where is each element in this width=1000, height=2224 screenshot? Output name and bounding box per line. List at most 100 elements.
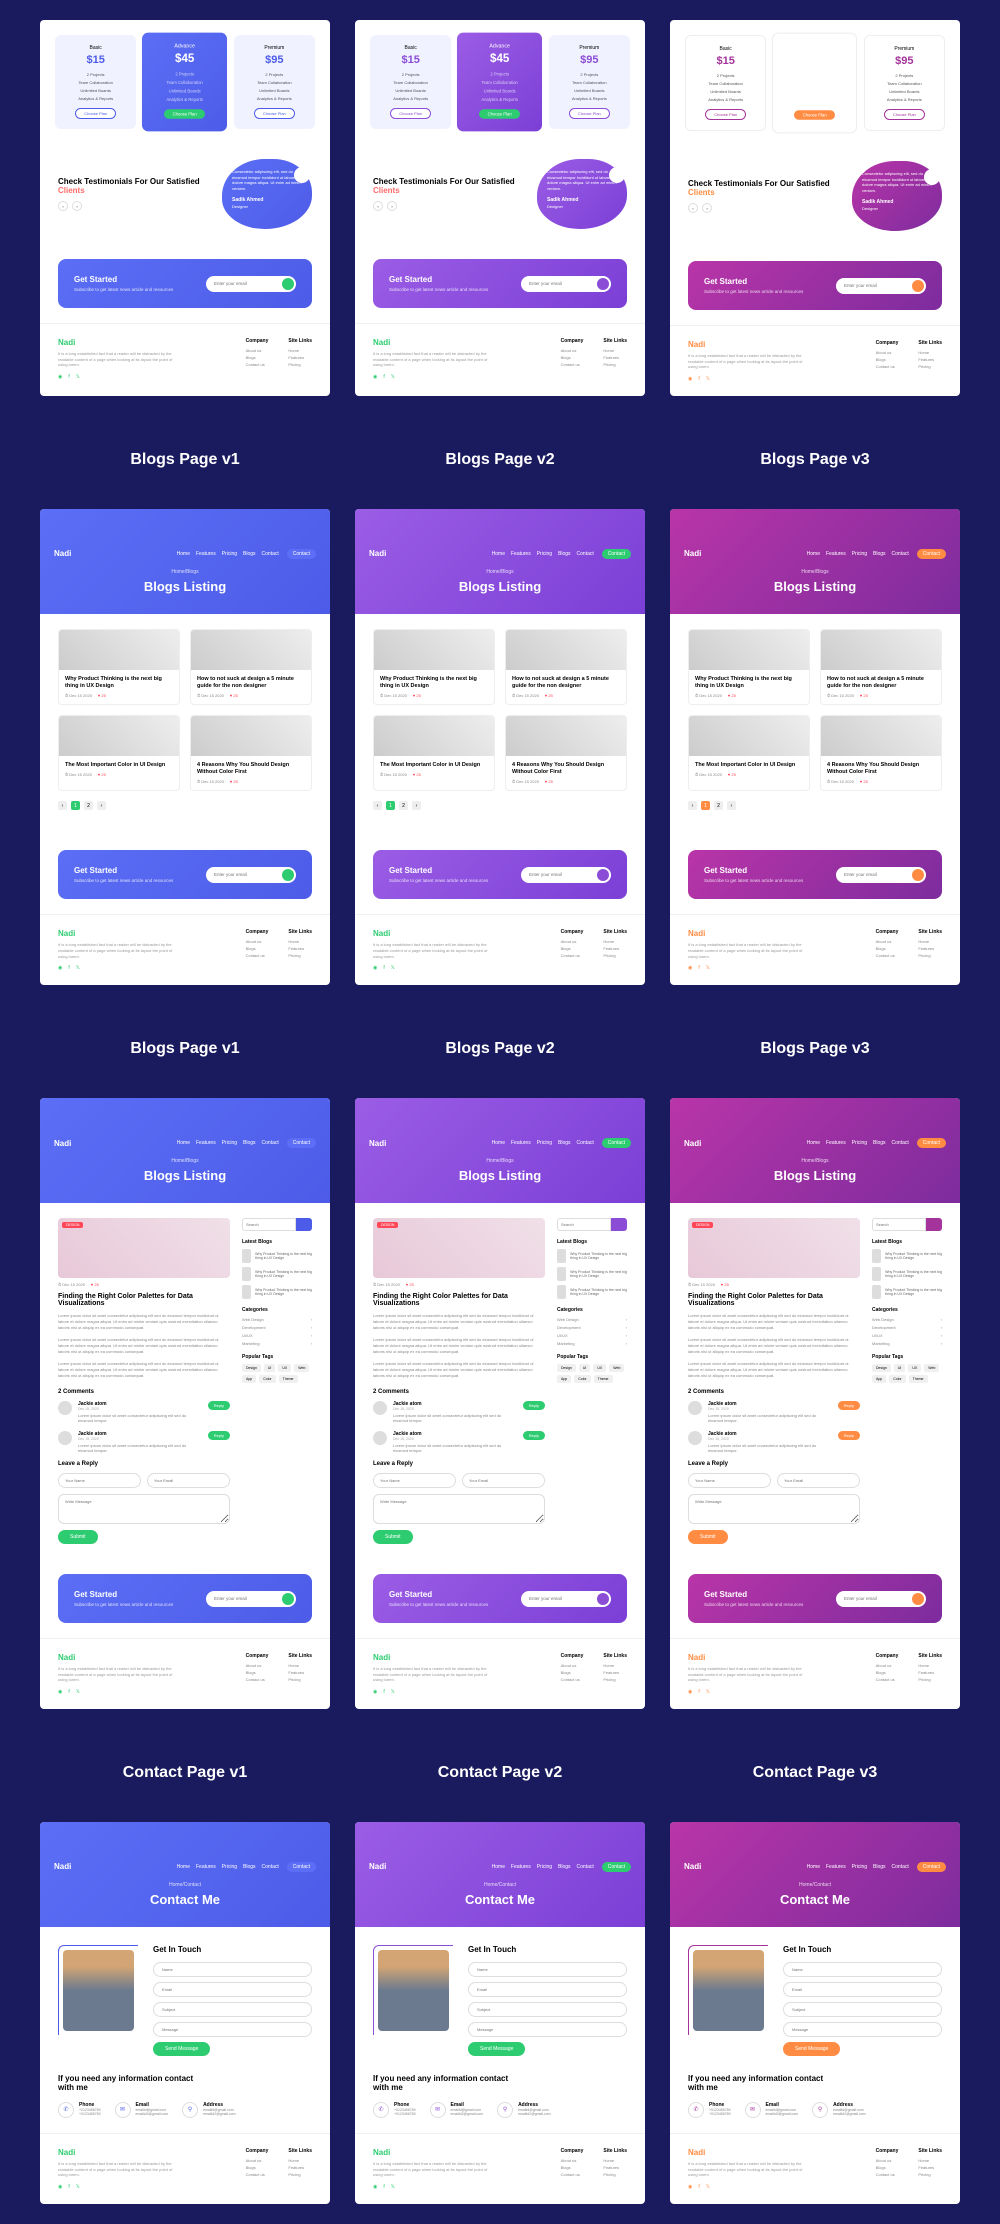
tag[interactable]: Design (242, 1364, 261, 1372)
nav-link[interactable]: Home (807, 1864, 820, 1870)
submit-icon[interactable] (282, 869, 294, 881)
logo[interactable]: Nadi (684, 1862, 701, 1871)
footer-link[interactable]: Features (288, 1670, 312, 1675)
name-input[interactable] (58, 1473, 141, 1488)
footer-link[interactable]: Blogs (246, 355, 269, 360)
prev-icon[interactable]: ‹ (373, 201, 383, 211)
choose-plan-button[interactable]: Choose Plan (705, 109, 746, 120)
next-icon[interactable]: › (72, 201, 82, 211)
nav-link[interactable]: Blogs (243, 1140, 256, 1146)
tag[interactable]: UI (264, 1364, 276, 1372)
tag[interactable]: UI (579, 1364, 591, 1372)
likes-icon[interactable]: ♥ 25 (230, 779, 238, 784)
footer-link[interactable]: About us (246, 939, 269, 944)
logo[interactable]: Nadi (54, 1862, 71, 1871)
latest-post-item[interactable]: Why Product Thinking is the next big thi… (557, 1249, 627, 1263)
footer-link[interactable]: About us (561, 939, 584, 944)
email-field[interactable] (214, 872, 282, 877)
nav-contact-button[interactable]: Contact (287, 549, 316, 559)
footer-link[interactable]: Pricing (603, 1677, 627, 1682)
footer-link[interactable]: Pricing (918, 2172, 942, 2177)
footer-link[interactable]: Contact us (876, 1677, 899, 1682)
search-button[interactable] (926, 1218, 942, 1231)
name-input[interactable] (688, 1473, 771, 1488)
next-icon[interactable]: › (387, 201, 397, 211)
logo[interactable]: Nadi (684, 1139, 701, 1148)
footer-link[interactable]: About us (246, 348, 269, 353)
contact-email-input[interactable] (783, 1982, 942, 1997)
tag[interactable]: Color (889, 1375, 905, 1383)
price-card[interactable]: Basic $15 2 ProjectsTeam CollaborationUn… (370, 35, 451, 129)
footer-link[interactable]: Features (603, 2165, 627, 2170)
nav-link[interactable]: Blogs (558, 1864, 571, 1870)
blog-card[interactable]: 4 Reasons Why You Should Design Without … (820, 715, 942, 791)
submit-button[interactable]: Submit (688, 1530, 728, 1544)
nav-link[interactable]: Home (492, 1140, 505, 1146)
footer-link[interactable]: Home (603, 2158, 627, 2163)
blog-card[interactable]: How to not suck at design a 5 minute gui… (820, 629, 942, 705)
footer-link[interactable]: Contact us (561, 953, 584, 958)
nav-link[interactable]: Features (511, 551, 531, 557)
nav-link[interactable]: Contact (892, 1140, 909, 1146)
submit-icon[interactable] (912, 869, 924, 881)
nav-link[interactable]: Features (826, 1864, 846, 1870)
contact-subject-input[interactable] (783, 2002, 942, 2017)
nav-link[interactable]: Contact (577, 1140, 594, 1146)
footer-link[interactable]: Pricing (918, 364, 942, 369)
tag[interactable]: Design (872, 1364, 891, 1372)
social-icons[interactable]: ◉f𝕏 (373, 2184, 487, 2190)
submit-icon[interactable] (912, 1593, 924, 1605)
reply-button[interactable]: Reply (838, 1431, 860, 1440)
search-button[interactable] (296, 1218, 312, 1231)
email-input[interactable] (777, 1473, 860, 1488)
footer-link[interactable]: Features (918, 1670, 942, 1675)
nav-link[interactable]: Features (196, 551, 216, 557)
choose-plan-button[interactable]: Choose Plan (795, 110, 836, 119)
price-card[interactable]: Advance $45 2 ProjectsTeam Collaboration… (772, 33, 857, 134)
nav-link[interactable]: Contact (577, 551, 594, 557)
choose-plan-button[interactable]: Choose Plan (254, 108, 295, 119)
reply-button[interactable]: Reply (208, 1401, 230, 1410)
footer-link[interactable]: Features (918, 2165, 942, 2170)
email-input[interactable] (462, 1473, 545, 1488)
nav-link[interactable]: Blogs (558, 1140, 571, 1146)
contact-subject-input[interactable] (153, 2002, 312, 2017)
category-link[interactable]: Marketing› (872, 1341, 942, 1346)
cta-email-input[interactable] (836, 1591, 926, 1607)
contact-email-input[interactable] (153, 1982, 312, 1997)
blog-card[interactable]: How to not suck at design a 5 minute gui… (505, 629, 627, 705)
reply-button[interactable]: Reply (523, 1401, 545, 1410)
search-input[interactable] (557, 1218, 611, 1231)
footer-link[interactable]: About us (876, 939, 899, 944)
nav-link[interactable]: Blogs (873, 1140, 886, 1146)
cta-email-input[interactable] (836, 278, 926, 294)
nav-link[interactable]: Home (177, 551, 190, 557)
likes-icon[interactable]: ♥ 25 (98, 772, 106, 777)
category-link[interactable]: Web Design› (557, 1317, 627, 1322)
page-1[interactable]: 1 (71, 801, 80, 810)
footer-link[interactable]: About us (876, 350, 899, 355)
footer-link[interactable]: Contact us (246, 1677, 269, 1682)
likes-icon[interactable]: ♥ 25 (413, 693, 421, 698)
logo[interactable]: Nadi (369, 549, 386, 558)
email-field[interactable] (529, 872, 597, 877)
tag[interactable]: Theme (279, 1375, 298, 1383)
footer-link[interactable]: About us (561, 1663, 584, 1668)
latest-post-item[interactable]: Why Product Thinking is the next big thi… (872, 1285, 942, 1299)
page-next[interactable]: › (97, 801, 106, 810)
footer-link[interactable]: Home (918, 350, 942, 355)
likes-icon[interactable]: ♥ 25 (728, 693, 736, 698)
likes-icon[interactable]: ♥ 25 (91, 1282, 99, 1287)
nav-link[interactable]: Blogs (243, 551, 256, 557)
tag[interactable]: Theme (594, 1375, 613, 1383)
price-card[interactable]: Basic $15 2 ProjectsTeam CollaborationUn… (55, 35, 136, 129)
page-prev[interactable]: ‹ (58, 801, 67, 810)
likes-icon[interactable]: ♥ 25 (545, 693, 553, 698)
footer-link[interactable]: About us (246, 1663, 269, 1668)
footer-link[interactable]: About us (561, 348, 584, 353)
nav-link[interactable]: Pricing (852, 551, 867, 557)
nav-link[interactable]: Home (807, 551, 820, 557)
footer-link[interactable]: Home (288, 939, 312, 944)
latest-post-item[interactable]: Why Product Thinking is the next big thi… (242, 1267, 312, 1281)
submit-icon[interactable] (597, 1593, 609, 1605)
